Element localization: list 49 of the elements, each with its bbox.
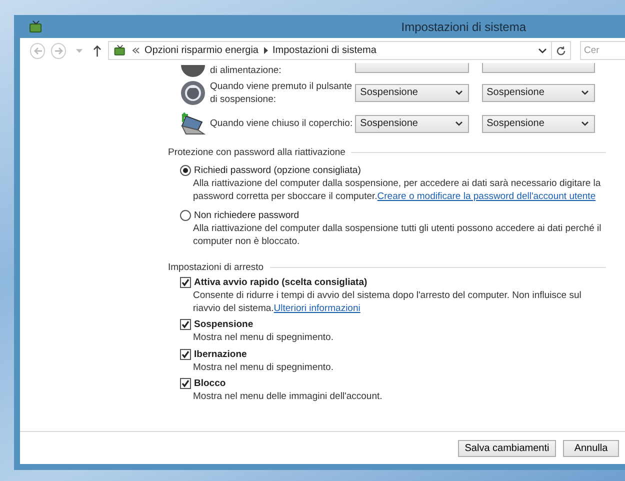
breadcrumb-arrow-icon — [264, 47, 268, 54]
refresh-icon — [556, 46, 566, 56]
setting-label: Quando viene premuto il pulsante di sospensione: — [210, 80, 354, 106]
option-label: Ibernazione — [194, 348, 247, 360]
setting-label: Quando viene chiuso il coperchio: — [210, 117, 354, 130]
checkbox[interactable] — [180, 277, 191, 288]
option-label: Non richiedere password — [194, 209, 300, 222]
radio-button[interactable] — [180, 210, 191, 221]
option-label: Richiedi password (opzione consigliata) — [194, 164, 361, 177]
option-label: Sospensione — [194, 318, 254, 331]
radio-button[interactable] — [180, 165, 191, 176]
setting-label: di alimentazione: — [210, 64, 282, 77]
up-arrow-icon[interactable] — [93, 44, 102, 56]
dialog-button[interactable]: Salva cambiamenti — [458, 440, 556, 456]
dropdown[interactable]: Sospensione — [482, 84, 596, 102]
double-chevron-icon — [132, 47, 140, 54]
option-description: Mostra nel menu di spegnimento. — [193, 332, 334, 344]
refresh-button[interactable] — [552, 41, 571, 60]
dropdown[interactable]: Sospensione — [355, 84, 469, 102]
laptop-icon — [180, 112, 206, 136]
breadcrumb[interactable]: Impostazioni di sistema — [272, 45, 376, 56]
link[interactable]: Ulteriori informazioni — [274, 302, 360, 314]
dialog-button[interactable]: Annulla — [563, 440, 619, 456]
link[interactable]: Creare o modificare la password dell'account utente — [377, 190, 596, 202]
checkbox[interactable] — [180, 378, 191, 389]
option-description: Consente di ridurre i tempi di avvio del sistema dopo l'arresto del computer. Non influisce sul riavvio del sistema.Ulteriori informazioni — [193, 290, 582, 315]
chevron-down-icon[interactable] — [538, 48, 548, 54]
option-description: Mostra nel menu di spegnimento. — [193, 362, 334, 374]
checkbox[interactable] — [180, 319, 191, 330]
search-field[interactable]: Cer — [580, 41, 625, 60]
section-heading: Protezione con password alla riattivazione — [168, 147, 346, 158]
dropdown[interactable]: Sospensione — [482, 114, 596, 132]
chevron-down-icon — [454, 121, 463, 126]
option-description: Alla riattivazione del computer dalla sospensione tutti gli utenti possono accedere ai dati perché il computer non è bloccato. — [193, 223, 602, 248]
dropdown[interactable]: Sospensione — [355, 114, 469, 132]
back-arrow-icon — [32, 46, 43, 56]
option-label: Attiva avvio rapido (scelta consigliata) — [194, 276, 368, 289]
chevron-down-icon — [581, 121, 590, 126]
chevron-down-icon — [581, 90, 590, 95]
option-description: Mostra nel menu delle immagini dell'account. — [193, 391, 384, 404]
option-label: Blocco — [194, 377, 226, 390]
checkbox[interactable] — [180, 348, 191, 360]
section-heading: Impostazioni di arresto — [168, 262, 264, 273]
address-field[interactable]: Opzioni risparmio energia Impostazioni di sistema — [108, 41, 552, 60]
window-title: Impostazioni di sistema — [401, 20, 526, 34]
option-description: Alla riattivazione del computer dalla sospensione, per accedere ai dati sarà necessario digitare la password corretta per sboccare il computer.Creare o modificare la password dell'account utente — [193, 178, 602, 203]
breadcrumb[interactable]: Opzioni risparmio energia — [144, 45, 258, 56]
chevron-down-icon — [454, 90, 463, 95]
forward-arrow-icon — [54, 46, 64, 56]
